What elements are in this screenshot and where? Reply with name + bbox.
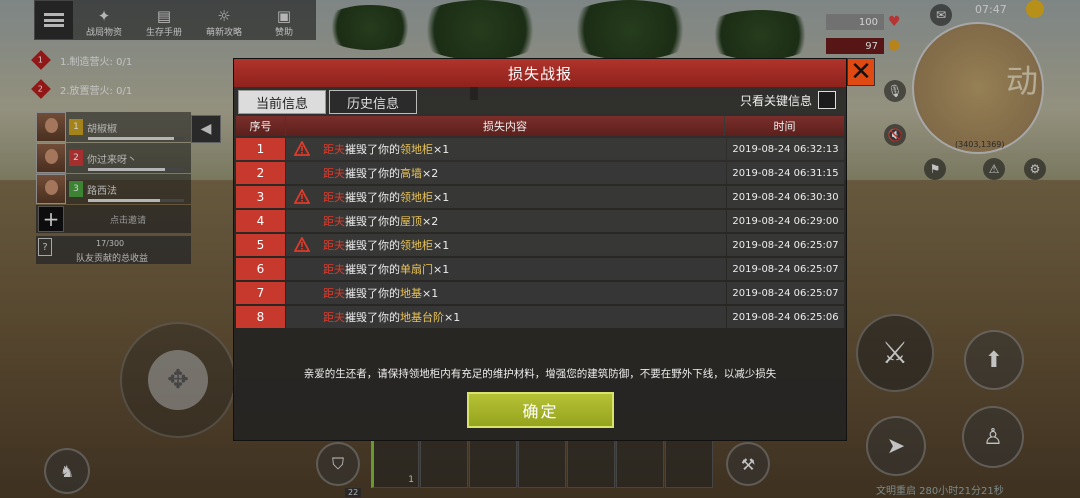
column-header-time: 时间 xyxy=(773,120,796,133)
row-verb: 摧毁了你的 xyxy=(345,167,400,180)
row-content: 距夫摧毁了你的领地柜×1 xyxy=(286,186,726,208)
row-index: 7 xyxy=(236,282,285,304)
row-content: 距夫摧毁了你的领地柜×1 xyxy=(286,234,726,256)
attacker-name: 距夫 xyxy=(323,215,345,228)
row-index: 4 xyxy=(236,210,285,232)
row-text: 距夫摧毁了你的单扇门×1 xyxy=(323,261,449,277)
row-content: 距夫摧毁了你的屋顶×2 xyxy=(286,210,726,232)
attacker-name: 距夫 xyxy=(323,143,345,156)
column-header-index: 序号 xyxy=(249,120,272,133)
destroyed-object: 单扇门 xyxy=(400,263,433,276)
destroyed-object: 领地柜 xyxy=(400,191,433,204)
filter-label: 只看关键信息 xyxy=(740,93,813,108)
row-content: 距夫摧毁了你的领地柜×1 xyxy=(286,138,726,160)
attacker-name: 距夫 xyxy=(323,287,345,300)
row-verb: 摧毁了你的 xyxy=(345,143,400,156)
row-content: 距夫摧毁了你的高墙×2 xyxy=(286,162,726,184)
table-row: 6 距夫摧毁了你的单扇门×1 2019-08-24 06:25:07 xyxy=(236,258,844,280)
row-time: 2019-08-24 06:32:13 xyxy=(727,138,844,160)
column-header-content: 损失内容 xyxy=(285,116,725,136)
key-info-checkbox[interactable] xyxy=(818,91,837,109)
confirm-button[interactable]: 确定 xyxy=(467,392,614,428)
row-text: 距夫摧毁了你的屋顶×2 xyxy=(323,213,438,229)
table-row: 2 距夫摧毁了你的高墙×2 2019-08-24 06:31:15 xyxy=(236,162,844,184)
close-icon: ✕ xyxy=(850,57,872,87)
row-count: ×1 xyxy=(433,263,450,276)
table-row: 5 距夫摧毁了你的领地柜×1 2019-08-24 06:25:07 xyxy=(236,234,844,256)
row-verb: 摧毁了你的 xyxy=(345,311,400,324)
row-count: ×1 xyxy=(433,143,450,156)
table-row: 7 距夫摧毁了你的地基×1 2019-08-24 06:25:07 xyxy=(236,282,844,304)
row-text: 距夫摧毁了你的领地柜×1 xyxy=(323,141,449,157)
attacker-name: 距夫 xyxy=(323,191,345,204)
row-text: 距夫摧毁了你的地基台阶×1 xyxy=(323,309,460,325)
close-button[interactable]: ✕ xyxy=(847,58,875,86)
row-index: 5 xyxy=(236,234,285,256)
row-index: 8 xyxy=(236,306,285,328)
table-row: 8 距夫摧毁了你的地基台阶×1 2019-08-24 06:25:06 xyxy=(236,306,844,328)
row-content: 距夫摧毁了你的单扇门×1 xyxy=(286,258,726,280)
row-text: 距夫摧毁了你的地基×1 xyxy=(323,285,438,301)
row-count: ×1 xyxy=(422,287,439,300)
row-count: ×1 xyxy=(433,239,450,252)
key-info-filter[interactable]: 只看关键信息 xyxy=(740,91,837,109)
row-index: 1 xyxy=(236,138,285,160)
row-time: 2019-08-24 06:29:00 xyxy=(727,210,844,232)
row-verb: 摧毁了你的 xyxy=(345,287,400,300)
table-row: 4 距夫摧毁了你的屋顶×2 2019-08-24 06:29:00 xyxy=(236,210,844,232)
tab-history[interactable]: 历史信息 xyxy=(329,90,417,114)
row-text: 距夫摧毁了你的领地柜×1 xyxy=(323,237,449,253)
row-text: 距夫摧毁了你的高墙×2 xyxy=(323,165,438,181)
row-count: ×1 xyxy=(444,311,461,324)
tab-current[interactable]: 当前信息 xyxy=(238,90,326,114)
row-time: 2019-08-24 06:25:07 xyxy=(727,234,844,256)
warning-icon xyxy=(294,189,310,204)
warning-icon xyxy=(294,237,310,252)
destroyed-object: 地基 xyxy=(400,287,422,300)
notice-text: 亲爱的生还者，请保持领地柜内有充足的维护材料，增强您的建筑防御，不要在野外下线，… xyxy=(303,368,777,380)
row-verb: 摧毁了你的 xyxy=(345,239,400,252)
loss-table: 1 距夫摧毁了你的领地柜×1 2019-08-24 06:32:13 2 距夫摧毁了你的… xyxy=(236,138,844,330)
loss-report-dialog: 损失战报 当前信息 历史信息 只看关键信息 序号 损失内容 时间 1 距夫摧毁了你… xyxy=(233,58,847,441)
row-count: ×2 xyxy=(422,167,439,180)
destroyed-object: 地基台阶 xyxy=(400,311,444,324)
row-content: 距夫摧毁了你的地基台阶×1 xyxy=(286,306,726,328)
destroyed-object: 高墙 xyxy=(400,167,422,180)
table-header: 序号 损失内容 时间 xyxy=(236,116,844,136)
row-count: ×1 xyxy=(433,191,450,204)
dialog-title: 损失战报 xyxy=(234,59,846,87)
attacker-name: 距夫 xyxy=(323,167,345,180)
table-row: 3 距夫摧毁了你的领地柜×1 2019-08-24 06:30:30 xyxy=(236,186,844,208)
row-index: 6 xyxy=(236,258,285,280)
row-time: 2019-08-24 06:30:30 xyxy=(727,186,844,208)
destroyed-object: 领地柜 xyxy=(400,143,433,156)
destroyed-object: 屋顶 xyxy=(400,215,422,228)
attacker-name: 距夫 xyxy=(323,239,345,252)
row-count: ×2 xyxy=(422,215,439,228)
row-verb: 摧毁了你的 xyxy=(345,215,400,228)
row-verb: 摧毁了你的 xyxy=(345,263,400,276)
row-time: 2019-08-24 06:25:06 xyxy=(727,306,844,328)
row-index: 3 xyxy=(236,186,285,208)
row-verb: 摧毁了你的 xyxy=(345,191,400,204)
destroyed-object: 领地柜 xyxy=(400,239,433,252)
row-time: 2019-08-24 06:25:07 xyxy=(727,282,844,304)
table-row: 1 距夫摧毁了你的领地柜×1 2019-08-24 06:32:13 xyxy=(236,138,844,160)
row-index: 2 xyxy=(236,162,285,184)
row-time: 2019-08-24 06:31:15 xyxy=(727,162,844,184)
row-time: 2019-08-24 06:25:07 xyxy=(727,258,844,280)
row-content: 距夫摧毁了你的地基×1 xyxy=(286,282,726,304)
row-text: 距夫摧毁了你的领地柜×1 xyxy=(323,189,449,205)
attacker-name: 距夫 xyxy=(323,263,345,276)
attacker-name: 距夫 xyxy=(323,311,345,324)
warning-icon xyxy=(294,141,310,156)
